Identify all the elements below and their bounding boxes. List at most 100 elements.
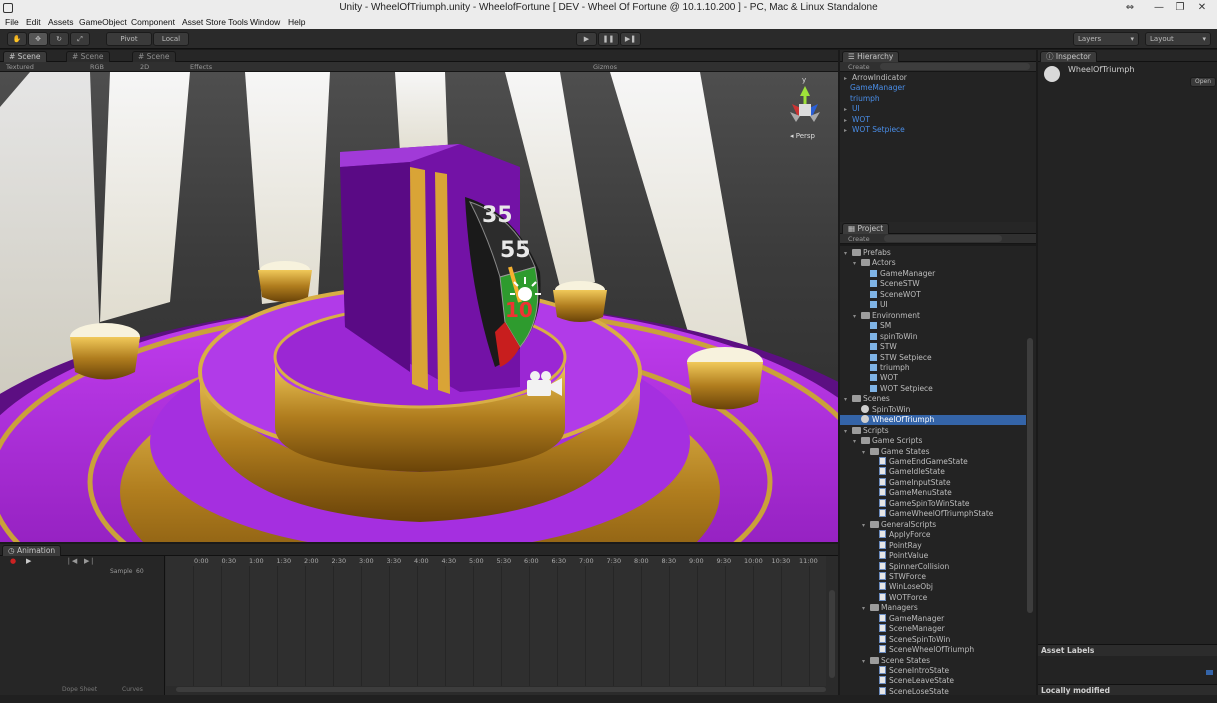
project-search-input[interactable] xyxy=(884,235,1002,242)
maximize-button[interactable]: ❐ xyxy=(1170,1,1190,14)
project-item[interactable]: PointRay xyxy=(840,540,1026,551)
project-item[interactable]: ▾ Scenes xyxy=(840,394,1026,404)
hierarchy-item-wot-setpiece[interactable]: ▸ WOT Setpiece xyxy=(844,125,905,135)
close-button[interactable]: ✕ xyxy=(1192,1,1212,14)
local-toggle-button[interactable]: Local xyxy=(153,32,189,46)
project-item[interactable]: ▾ Prefabs xyxy=(840,248,1026,258)
render-mode-dropdown[interactable]: RGB xyxy=(90,63,104,71)
project-item[interactable]: SM xyxy=(840,321,1026,331)
menu-asset-store-tools[interactable]: Asset Store Tools xyxy=(182,17,248,27)
label-tag-icon[interactable] xyxy=(1206,670,1213,675)
project-item[interactable]: SceneLeaveState xyxy=(840,676,1026,686)
sample-value[interactable]: 60 xyxy=(136,568,144,575)
timeline-scrollbar-horizontal[interactable] xyxy=(176,687,826,692)
tab-hierarchy[interactable]: ☰ Hierarchy xyxy=(842,51,900,62)
project-item[interactable]: ▾ Environment xyxy=(840,311,1026,321)
project-item[interactable]: ▾ Scripts xyxy=(840,426,1026,436)
tab-curves[interactable]: Curves xyxy=(122,686,143,693)
project-create-dropdown[interactable]: Create xyxy=(848,235,870,243)
tab-animation[interactable]: ◷ Animation xyxy=(2,545,62,556)
scene-view[interactable]: 35 55 10 y ◂ Persp xyxy=(0,72,838,542)
project-item[interactable]: ▾ Game Scripts xyxy=(840,436,1026,446)
project-item[interactable]: WOT Setpiece xyxy=(840,384,1026,394)
hierarchy-item-triumph[interactable]: triumph xyxy=(850,94,880,104)
next-key-button[interactable]: ▶❘ xyxy=(84,557,95,565)
project-item[interactable]: SceneWheelOfTriumph xyxy=(840,645,1026,655)
project-item[interactable]: SceneSTW xyxy=(840,279,1026,289)
project-item[interactable]: GameInputState xyxy=(840,477,1026,488)
project-item[interactable]: GameSpinToWinState xyxy=(840,498,1026,509)
tab-scene-2[interactable]: # Scene xyxy=(66,51,110,62)
project-item[interactable]: SceneManager xyxy=(840,624,1026,634)
prev-key-button[interactable]: ❘◀ xyxy=(66,557,77,565)
play-button[interactable]: ▶ xyxy=(576,32,597,46)
hierarchy-search-input[interactable] xyxy=(880,63,1030,70)
timeline-grid[interactable] xyxy=(166,566,826,686)
hierarchy-item-arrowindicator[interactable]: ▸ ArrowIndicator xyxy=(844,73,907,83)
animation-scrollbar[interactable] xyxy=(829,590,835,678)
restore-arrows-icon[interactable]: ⇔ xyxy=(1120,1,1140,14)
tab-scene-1[interactable]: # Scene xyxy=(3,51,47,62)
project-item[interactable]: SceneIntroState xyxy=(840,666,1026,676)
menu-help[interactable]: Help xyxy=(288,17,305,27)
menu-window[interactable]: Window xyxy=(250,17,280,27)
project-item[interactable]: GameIdleState xyxy=(840,467,1026,477)
menu-file[interactable]: File xyxy=(5,17,19,27)
effects-dropdown[interactable]: Effects xyxy=(190,63,212,71)
2d-toggle[interactable]: 2D xyxy=(140,63,149,71)
hand-tool-button[interactable]: ✋ xyxy=(7,32,27,46)
project-item[interactable]: SceneWOT xyxy=(840,290,1026,300)
hierarchy-item-ui[interactable]: ▸ UI xyxy=(844,104,860,114)
project-item[interactable]: WheelOfTriumph xyxy=(840,415,1026,426)
project-item[interactable]: SpinToWin xyxy=(840,404,1026,415)
project-item[interactable]: STW Setpiece xyxy=(840,353,1026,363)
menu-component[interactable]: Component xyxy=(131,17,175,27)
project-item[interactable]: UI xyxy=(840,300,1026,310)
project-item[interactable]: SceneSpinToWin xyxy=(840,634,1026,645)
project-item[interactable]: GameManager xyxy=(840,613,1026,624)
project-item[interactable]: WOT xyxy=(840,373,1026,383)
minimize-button[interactable]: — xyxy=(1149,1,1169,14)
layout-dropdown[interactable]: Layout ▾ xyxy=(1145,32,1211,46)
gizmos-dropdown[interactable]: Gizmos xyxy=(593,63,617,71)
menu-gameobject[interactable]: GameObject xyxy=(79,17,127,27)
tab-dope-sheet[interactable]: Dope Sheet xyxy=(62,686,97,693)
shading-mode-dropdown[interactable]: Textured xyxy=(6,63,34,71)
project-item[interactable]: ▾ Game States xyxy=(840,447,1026,457)
project-item[interactable]: GameWheelOfTriumphState xyxy=(840,509,1026,519)
project-item[interactable]: ▾ GeneralScripts xyxy=(840,520,1026,530)
menu-edit[interactable]: Edit xyxy=(26,17,41,27)
tab-scene-3[interactable]: # Scene xyxy=(132,51,176,62)
move-tool-button[interactable]: ✥ xyxy=(28,32,48,46)
project-item[interactable]: ▾ Scene States xyxy=(840,656,1026,666)
project-item[interactable]: STW xyxy=(840,342,1026,352)
project-item[interactable]: ▾ Managers xyxy=(840,603,1026,613)
tab-inspector[interactable]: ⓘ Inspector xyxy=(1040,51,1097,62)
project-item[interactable]: WinLoseObj xyxy=(840,582,1026,592)
pivot-toggle-button[interactable]: Pivot xyxy=(106,32,152,46)
timeline-ruler[interactable]: 0:00 0:30 1:00 1:30 2:00 2:30 3:00 3:30 4:00 4:30… xyxy=(166,556,826,566)
project-item[interactable]: GameEndGameState xyxy=(840,457,1026,467)
hierarchy-create-dropdown[interactable]: Create xyxy=(848,63,870,71)
menu-assets[interactable]: Assets xyxy=(48,17,74,27)
hierarchy-item-gamemanager[interactable]: GameManager xyxy=(850,83,905,93)
project-item[interactable]: ▾ Actors xyxy=(840,258,1026,268)
project-scrollbar[interactable] xyxy=(1027,338,1033,613)
scene-orientation-gizmo[interactable] xyxy=(790,86,820,122)
layers-dropdown[interactable]: Layers ▾ xyxy=(1073,32,1139,46)
scale-tool-button[interactable]: ⤢ xyxy=(70,32,90,46)
record-button[interactable]: ● xyxy=(10,557,16,565)
play-preview-button[interactable]: ▶ xyxy=(26,557,31,565)
rotate-tool-button[interactable]: ↻ xyxy=(49,32,69,46)
pause-button[interactable]: ❚❚ xyxy=(598,32,619,46)
project-item[interactable]: SpinnerCollision xyxy=(840,561,1026,572)
open-button[interactable]: Open xyxy=(1190,77,1216,87)
persp-label[interactable]: ◂ Persp xyxy=(790,132,815,140)
tab-project[interactable]: ▦ Project xyxy=(842,223,890,234)
step-button[interactable]: ▶❚ xyxy=(620,32,641,46)
project-item[interactable]: GameManager xyxy=(840,269,1026,279)
project-item[interactable]: ApplyForce xyxy=(840,530,1026,540)
project-item[interactable]: WOTForce xyxy=(840,592,1026,603)
project-item[interactable]: triumph xyxy=(840,363,1026,373)
project-item[interactable]: STWForce xyxy=(840,571,1026,582)
